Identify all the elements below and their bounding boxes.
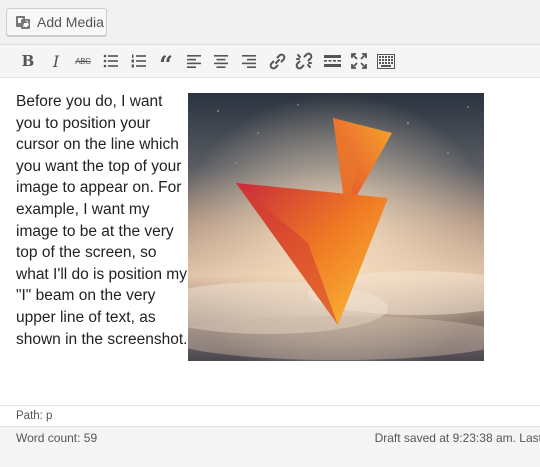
word-count: Word count: 59 xyxy=(16,431,98,445)
keyboard-icon xyxy=(377,53,395,69)
fullscreen-button[interactable] xyxy=(348,50,370,72)
align-right-button[interactable] xyxy=(238,50,260,72)
editor: B I ABC “ Before you do, I want you to p… xyxy=(0,44,540,467)
status-bar: Word count: 59 Draft saved at 9:23:38 am… xyxy=(0,426,540,467)
add-media-button[interactable]: Add Media xyxy=(6,8,107,36)
remove-link-button[interactable] xyxy=(293,50,315,72)
draft-status: Draft saved at 9:23:38 am. Last xyxy=(374,431,540,445)
numbered-list-icon xyxy=(131,54,146,68)
unlink-icon xyxy=(295,52,313,70)
bulleted-list-button[interactable] xyxy=(100,50,122,72)
strikethrough-button[interactable]: ABC xyxy=(72,50,94,72)
blockquote-button[interactable]: “ xyxy=(155,50,177,77)
toolbar-toggle-button[interactable] xyxy=(375,50,397,72)
path-bar: Path: p xyxy=(0,405,540,427)
fullscreen-icon xyxy=(351,53,367,69)
numbered-list-button[interactable] xyxy=(128,50,150,72)
insert-link-button[interactable] xyxy=(266,50,288,72)
read-more-icon xyxy=(323,55,341,67)
read-more-button[interactable] xyxy=(321,50,343,72)
editor-toolbar: B I ABC “ xyxy=(0,45,540,78)
align-center-button[interactable] xyxy=(210,50,232,72)
align-right-icon xyxy=(242,54,256,68)
inserted-image[interactable] xyxy=(188,93,484,361)
path-label: Path: p xyxy=(16,410,53,422)
add-media-label: Add Media xyxy=(37,14,104,30)
align-left-icon xyxy=(187,54,201,68)
media-icon xyxy=(15,14,31,30)
align-left-button[interactable] xyxy=(183,50,205,72)
bulleted-list-icon xyxy=(103,54,118,68)
link-icon xyxy=(269,53,285,69)
bold-button[interactable]: B xyxy=(17,50,39,72)
italic-button[interactable]: I xyxy=(45,50,67,72)
editor-content[interactable]: Before you do, I want you to position yo… xyxy=(16,91,536,361)
align-center-icon xyxy=(214,54,228,68)
